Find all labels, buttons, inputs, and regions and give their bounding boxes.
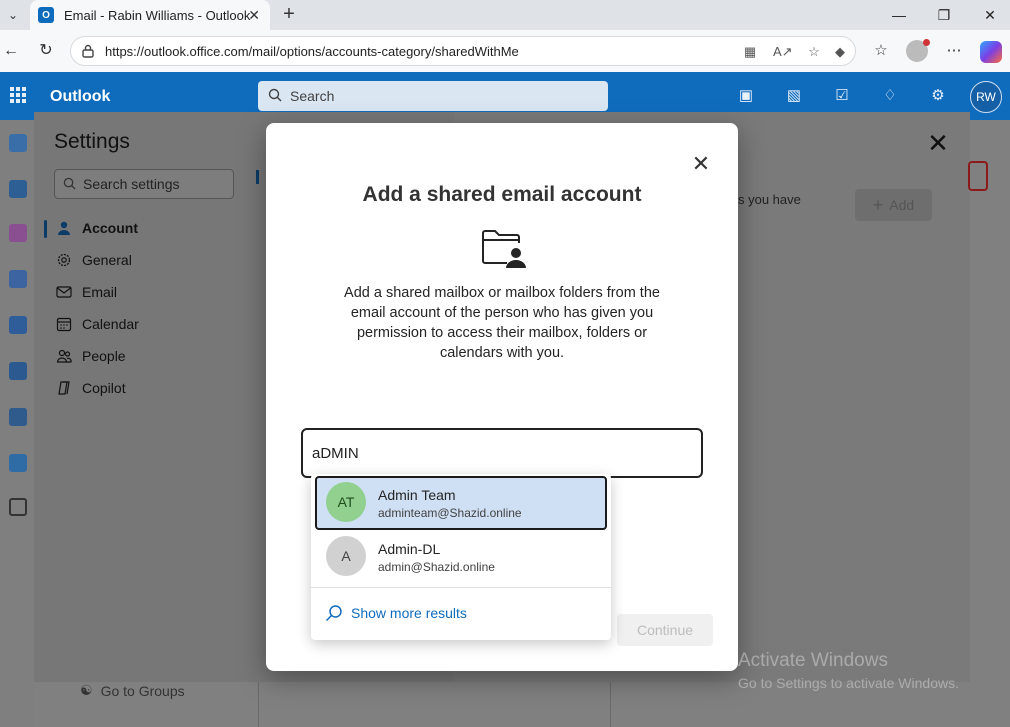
- profile-notification-dot: [923, 39, 930, 46]
- tab-list-chevron-icon[interactable]: ⌄: [2, 4, 24, 26]
- restore-button[interactable]: ❐: [934, 5, 954, 25]
- app-name: Outlook: [50, 88, 111, 105]
- add-button[interactable]: + Add: [855, 189, 932, 221]
- url-text: https://outlook.office.com/mail/options/…: [105, 44, 519, 59]
- nav-item-email[interactable]: Email: [56, 281, 117, 303]
- avatar: AT: [326, 482, 366, 522]
- todo-app-icon[interactable]: [9, 316, 27, 334]
- nav-item-label: Email: [82, 284, 118, 300]
- search-icon: [268, 88, 282, 102]
- mail-app-icon[interactable]: [9, 134, 27, 152]
- tasks-icon[interactable]: ☑: [832, 86, 852, 106]
- new-tab-button[interactable]: +: [278, 4, 300, 26]
- browser-tab[interactable]: O Email - Rabin Williams - Outlook ✕: [30, 0, 270, 30]
- nav-item-calendar[interactable]: Calendar: [56, 313, 139, 335]
- outlook-favicon-icon: O: [38, 7, 54, 23]
- browser-tab-bar: ⌄ O Email - Rabin Williams - Outlook ✕ +…: [0, 0, 1010, 30]
- divider: [311, 587, 611, 588]
- settings-gear-icon[interactable]: ⚙: [928, 86, 948, 106]
- org-app-icon[interactable]: [9, 408, 27, 426]
- search-icon: [325, 605, 342, 622]
- add-button-label: Add: [889, 197, 915, 213]
- nav-item-account[interactable]: Account: [56, 217, 138, 239]
- nav-item-people[interactable]: People: [56, 345, 126, 367]
- bell-icon[interactable]: ♢: [880, 86, 900, 106]
- teams-icon[interactable]: ▧: [784, 86, 804, 106]
- app-rail: [0, 120, 34, 727]
- nav-item-label: General: [82, 252, 132, 268]
- onedrive-app-icon[interactable]: [9, 454, 27, 472]
- dialog-description: Add a shared mailbox or mailbox folders …: [344, 285, 660, 361]
- copilot-app-icon[interactable]: [9, 224, 27, 242]
- more-menu-icon[interactable]: ⋯: [943, 40, 965, 62]
- more-apps-icon[interactable]: [9, 498, 27, 516]
- meet-now-icon[interactable]: ▣: [736, 86, 756, 106]
- nav-item-label: People: [82, 348, 126, 364]
- suggestion-email: adminteam@Shazid.online: [378, 506, 522, 520]
- shared-folder-icon: [482, 230, 526, 268]
- people-icon: [56, 349, 72, 363]
- minimize-button[interactable]: —: [889, 5, 909, 25]
- favorites-icon[interactable]: ☆: [870, 40, 892, 62]
- dialog-title: Add a shared email account: [362, 183, 642, 206]
- nav-item-general[interactable]: General: [56, 249, 132, 271]
- nav-item-label: Account: [82, 220, 138, 236]
- settings-close-button[interactable]: ✕: [926, 130, 950, 156]
- nav-item-label: Copilot: [82, 380, 126, 396]
- close-window-button[interactable]: ✕: [980, 5, 1000, 25]
- go-to-groups-link[interactable]: ☯ Go to Groups: [80, 682, 185, 699]
- shield-icon[interactable]: ◆: [831, 43, 849, 61]
- plus-icon: +: [872, 194, 884, 215]
- people-app-icon[interactable]: [9, 270, 27, 288]
- lock-icon: [82, 44, 94, 58]
- avatar: A: [326, 536, 366, 576]
- mail-icon: [56, 286, 72, 298]
- suggestion-email: admin@Shazid.online: [378, 560, 495, 574]
- subnav-selection-indicator: [256, 170, 259, 184]
- url-field[interactable]: https://outlook.office.com/mail/options/…: [70, 36, 856, 66]
- nav-item-label: Calendar: [82, 316, 139, 332]
- search-icon: [63, 177, 76, 190]
- continue-button[interactable]: Continue: [617, 614, 713, 646]
- search-placeholder: Search: [290, 88, 335, 104]
- go-to-groups-label: Go to Groups: [100, 682, 185, 699]
- read-aloud-icon[interactable]: A↗: [773, 43, 793, 61]
- shared-accounts-description: s you have: [738, 192, 801, 207]
- tab-close-icon[interactable]: ✕: [248, 7, 260, 24]
- divider: [610, 682, 611, 727]
- files-app-icon[interactable]: [9, 362, 27, 380]
- settings-search-placeholder: Search settings: [83, 176, 180, 192]
- calendar-icon: [56, 317, 72, 332]
- favorite-star-icon[interactable]: ☆: [805, 43, 823, 61]
- apps-icon[interactable]: ▦: [741, 43, 759, 61]
- dropdown-outline[interactable]: [968, 161, 988, 191]
- person-icon: [58, 221, 70, 235]
- show-more-results-link[interactable]: Show more results: [351, 605, 467, 621]
- copilot-icon[interactable]: [980, 41, 1002, 63]
- back-button[interactable]: ←: [0, 40, 22, 62]
- settings-title: Settings: [54, 130, 130, 153]
- copilot-icon: [58, 381, 70, 395]
- email-address-input[interactable]: [301, 428, 703, 478]
- suggestion-name: Admin Team: [378, 487, 456, 503]
- address-bar-row: ← ↻ https://outlook.office.com/mail/opti…: [0, 30, 1010, 72]
- nav-selection-indicator: [44, 220, 47, 238]
- activation-watermark-subtitle: Go to Settings to activate Windows.: [738, 675, 959, 691]
- refresh-button[interactable]: ↻: [35, 40, 57, 62]
- app-launcher-icon[interactable]: [10, 87, 26, 103]
- account-avatar[interactable]: RW: [970, 81, 1002, 113]
- gear-icon: [57, 253, 71, 267]
- divider: [258, 682, 259, 727]
- calendar-app-icon[interactable]: [9, 180, 27, 198]
- groups-icon: ☯: [80, 682, 93, 698]
- nav-item-copilot[interactable]: Copilot: [56, 377, 126, 399]
- suggestion-name: Admin-DL: [378, 541, 441, 557]
- activation-watermark-title: Activate Windows: [738, 650, 888, 671]
- dialog-close-button[interactable]: ✕: [688, 152, 714, 176]
- tab-title: Email - Rabin Williams - Outlook: [64, 7, 251, 23]
